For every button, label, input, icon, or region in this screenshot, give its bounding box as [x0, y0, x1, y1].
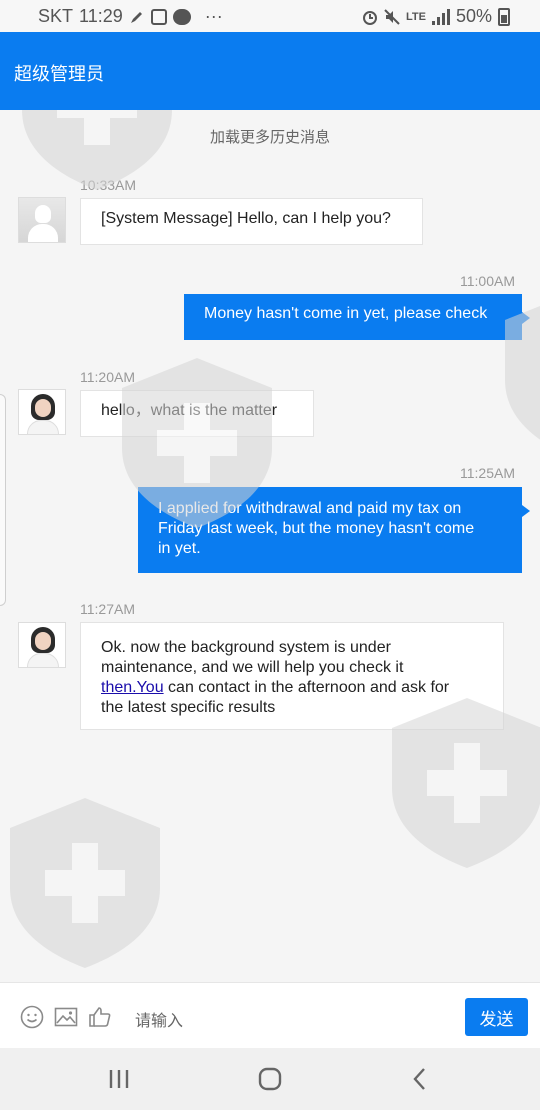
message-text: can contact in the afternoon and ask for — [163, 679, 450, 696]
mute-icon — [384, 8, 400, 25]
notification-pen-icon — [129, 9, 145, 25]
system-nav-bar — [0, 1048, 540, 1110]
message-line: I applied for withdrawal and paid my tax… — [158, 500, 462, 517]
message-line: Friday last week, but the money hasn't c… — [158, 520, 475, 537]
outgoing-message: Money hasn't come in yet, please check — [184, 294, 530, 340]
battery-icon — [498, 7, 510, 26]
incoming-message: Ok. now the background system is under m… — [80, 622, 504, 730]
more-notifications-icon: ··· — [204, 6, 223, 26]
battery-percent: 50% — [455, 6, 492, 26]
message-text: hello，what is the matter — [101, 402, 278, 419]
network-type: LTE — [406, 10, 426, 23]
incoming-message: [System Message] Hello, can I help you? — [80, 198, 423, 245]
shield-watermark-icon — [10, 798, 160, 968]
message-link[interactable]: then.You — [101, 679, 164, 696]
message-line: in yet. — [158, 540, 201, 557]
status-bar: SKT 11:29 ··· LTE 50% — [0, 0, 540, 32]
notification-talk-icon — [172, 8, 191, 25]
home-icon[interactable] — [255, 1066, 285, 1092]
send-button[interactable]: 发送 — [465, 998, 528, 1036]
page-title: 超级管理员 — [14, 64, 104, 84]
message-time: 11:27AM — [80, 601, 135, 617]
status-time: 11:29 — [79, 6, 123, 26]
message-text: [System Message] Hello, can I help you? — [101, 210, 391, 227]
message-line: then.You can contact in the afternoon an… — [101, 678, 483, 698]
back-icon[interactable] — [405, 1066, 435, 1092]
carrier-label: SKT — [38, 6, 74, 26]
alarm-icon — [362, 9, 378, 25]
message-line: the latest specific results — [101, 699, 276, 716]
message-text: Money hasn't come in yet, please check — [204, 305, 488, 322]
recent-apps-icon[interactable] — [104, 1066, 134, 1092]
message-time: 11:00AM — [460, 273, 515, 289]
thumbs-up-icon[interactable] — [88, 1005, 112, 1029]
avatar — [18, 197, 66, 243]
smiley-icon[interactable] — [20, 1005, 44, 1029]
incoming-message: hello，what is the matter — [80, 390, 314, 437]
load-more-history-link[interactable]: 加载更多历史消息 — [0, 126, 540, 147]
agent-avatar — [18, 389, 66, 435]
message-time: 11:25AM — [460, 465, 515, 481]
agent-avatar — [18, 622, 66, 668]
edge-panel-handle[interactable] — [0, 394, 6, 606]
chat-area[interactable]: 加载更多历史消息 10:33AM [System Message] Hello,… — [0, 110, 540, 982]
message-time: 11:20AM — [80, 369, 135, 385]
message-input[interactable]: 请输入 — [135, 1007, 183, 1031]
image-icon[interactable] — [54, 1005, 78, 1029]
outgoing-message: I applied for withdrawal and paid my tax… — [138, 487, 530, 573]
message-line: maintenance, and we will help you check … — [101, 659, 404, 676]
message-line: Ok. now the background system is under — [101, 639, 391, 656]
chat-header: 超级管理员 — [0, 32, 540, 110]
message-time: 10:33AM — [80, 177, 137, 193]
notification-gallery-icon — [150, 8, 167, 25]
signal-icon — [431, 8, 450, 25]
message-input-bar: 请输入 发送 — [0, 982, 540, 1048]
